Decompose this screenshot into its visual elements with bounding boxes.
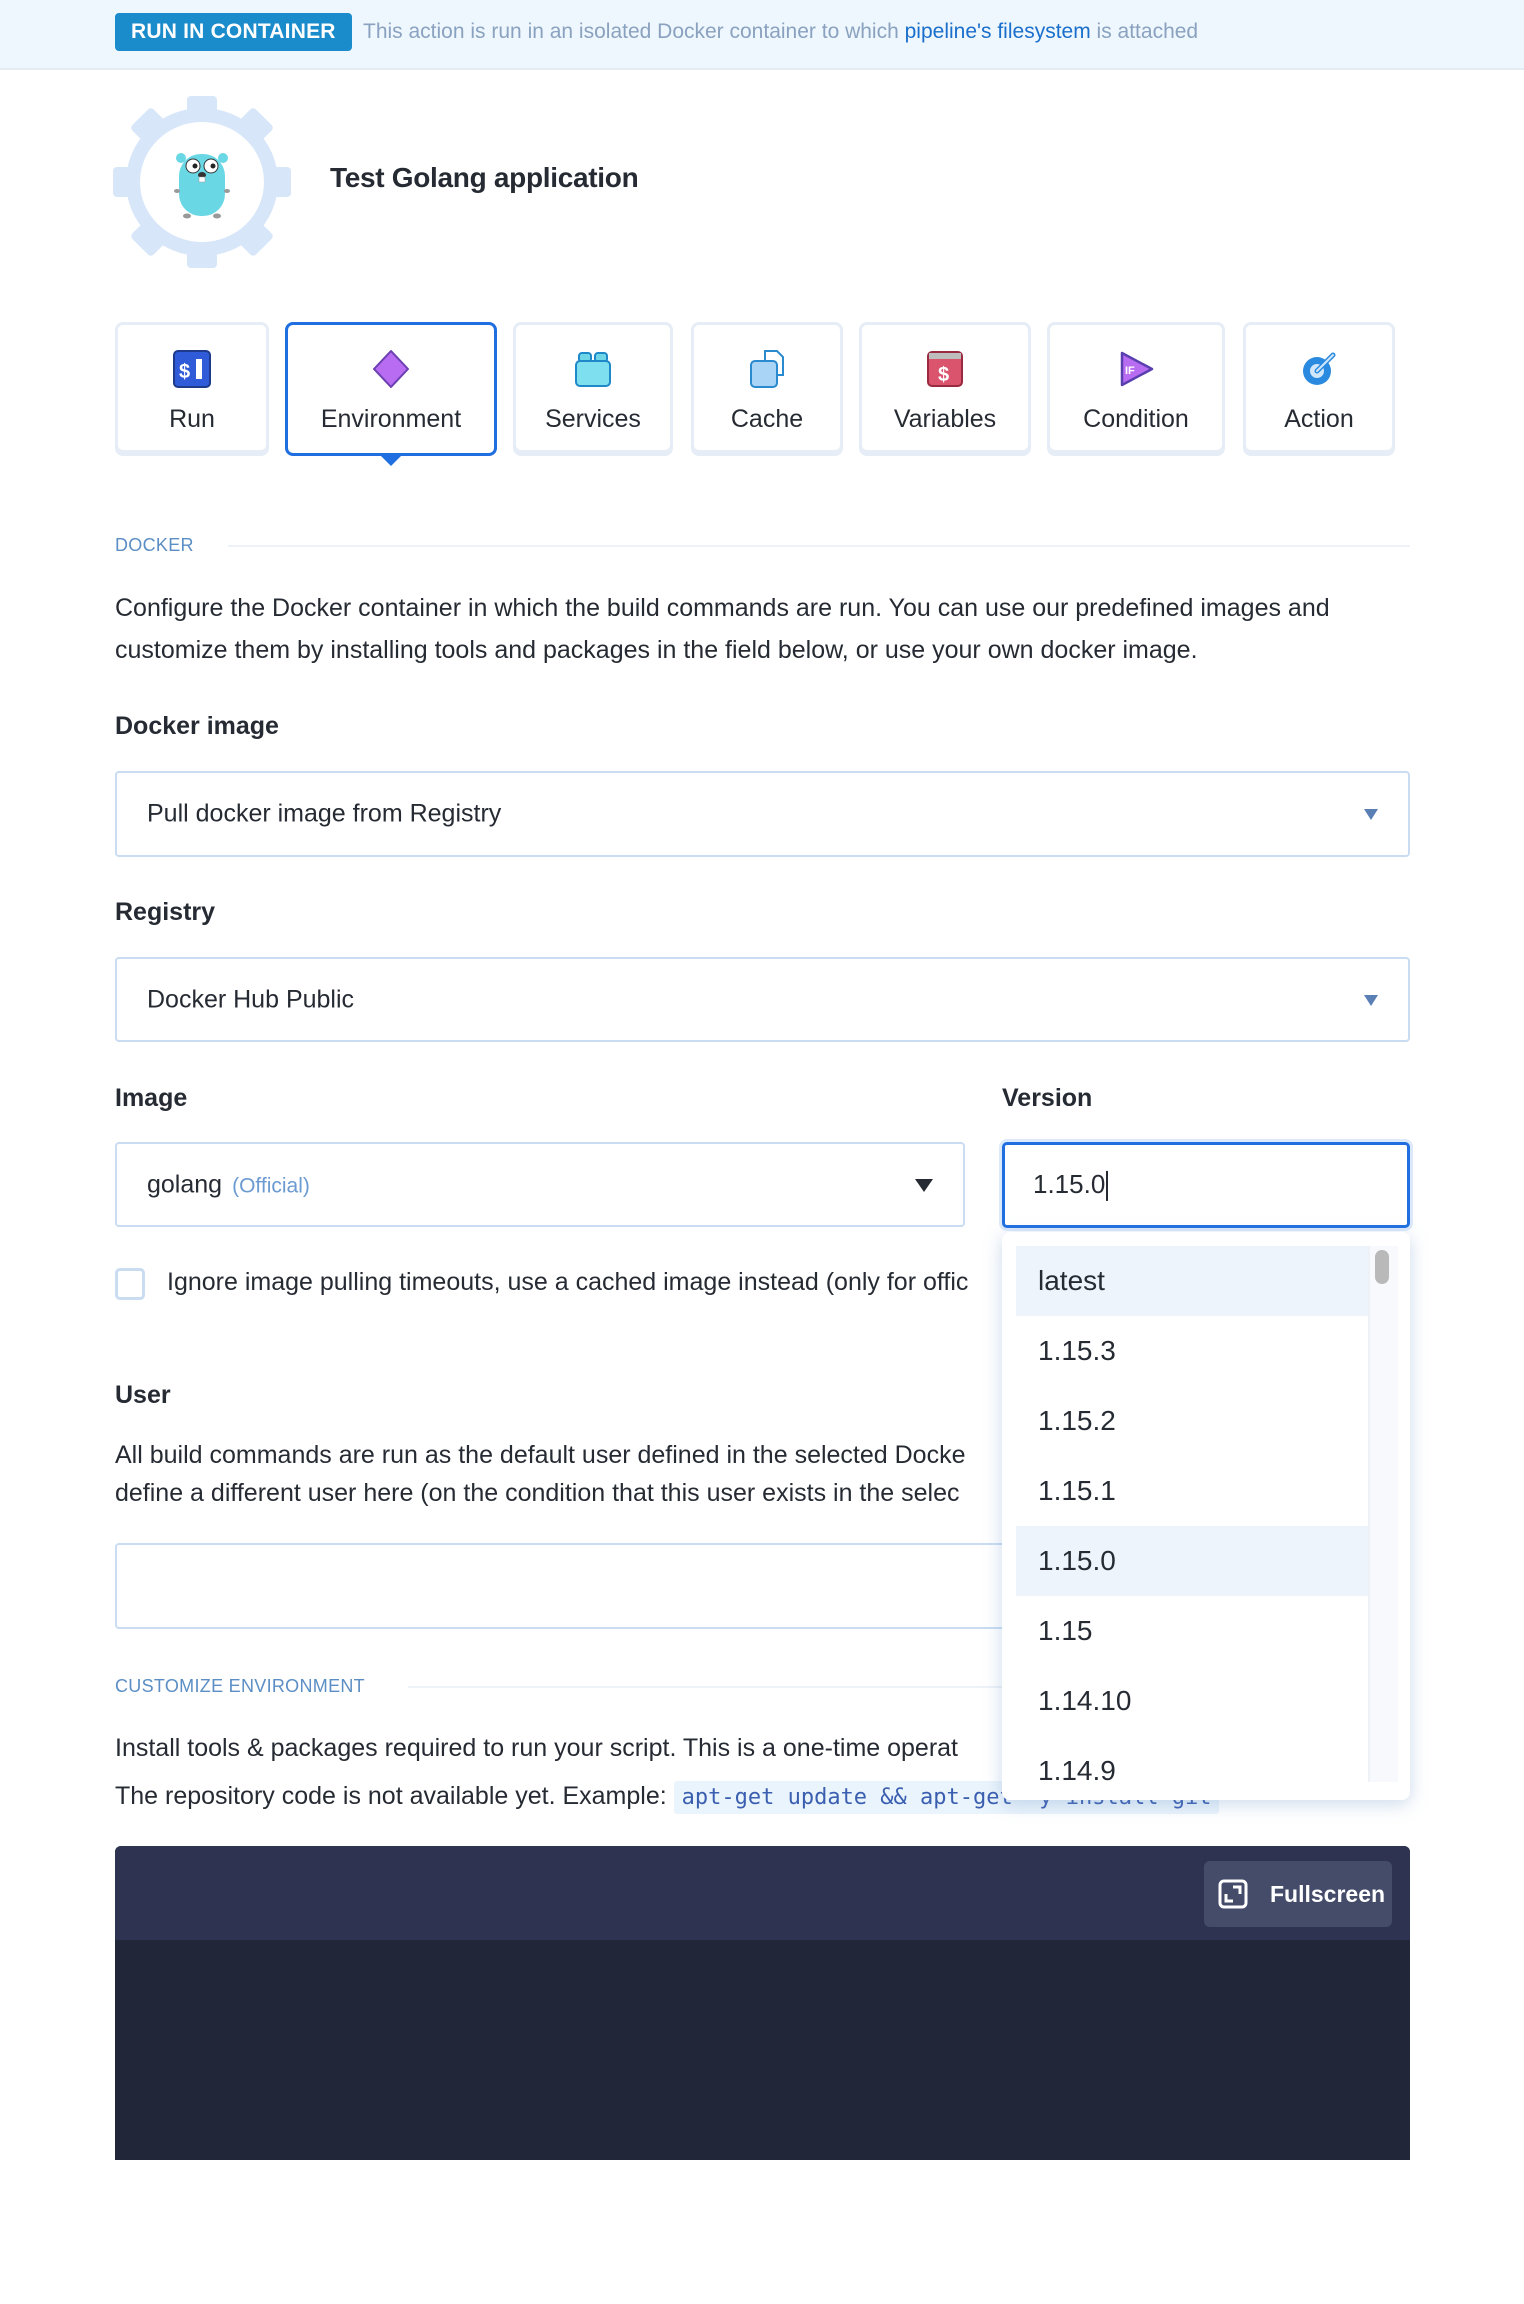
version-option[interactable]: 1.15.0 — [1016, 1526, 1368, 1596]
tab-label: Condition — [1083, 405, 1189, 433]
version-input[interactable]: 1.15.0 — [1002, 1142, 1410, 1228]
fullscreen-button[interactable]: Fullscreen — [1204, 1861, 1392, 1927]
tab-variables[interactable]: $ Variables — [859, 322, 1031, 456]
version-option[interactable]: 1.15.3 — [1016, 1316, 1368, 1386]
svg-text:IF: IF — [1125, 365, 1135, 377]
dropdown-scrollbar[interactable] — [1368, 1246, 1398, 1782]
tab-services[interactable]: Services — [513, 322, 673, 456]
text-cursor — [1106, 1171, 1109, 1202]
ignore-timeouts-label: Ignore image pulling timeouts, use a cac… — [167, 1268, 969, 1296]
gear-wrench-icon — [1297, 347, 1341, 391]
editor-toolbar: Fullscreen — [115, 1846, 1410, 1940]
chevron-down-icon — [1364, 809, 1378, 820]
fullscreen-label: Fullscreen — [1270, 1880, 1386, 1907]
version-options-list: latest 1.15.3 1.15.2 1.15.1 1.15.0 1.15 1.14.1… — [1016, 1246, 1368, 1782]
version-label: Version — [1002, 1084, 1093, 1112]
user-label: User — [115, 1381, 171, 1409]
docker-image-label: Docker image — [115, 712, 279, 740]
terminal-dollar-icon: $ — [170, 347, 214, 391]
dollar-wallet-icon: $ — [923, 347, 967, 391]
image-label: Image — [115, 1084, 188, 1112]
tab-label: Environment — [320, 405, 462, 433]
banner-text-before: This action is run in an isolated Docker… — [363, 20, 905, 43]
tab-run[interactable]: $ Run — [115, 322, 269, 456]
tab-action[interactable]: Action — [1243, 322, 1395, 456]
image-value: golang — [147, 1170, 223, 1198]
version-option[interactable]: 1.15.2 — [1016, 1386, 1368, 1456]
tab-label: Cache — [730, 405, 804, 433]
image-select[interactable]: golang (Official) — [115, 1142, 965, 1227]
version-option[interactable]: latest — [1016, 1246, 1368, 1316]
active-tab-pointer — [381, 456, 401, 466]
scrollbar-thumb[interactable] — [1375, 1250, 1389, 1284]
tab-cache[interactable]: Cache — [691, 322, 843, 456]
tab-label: Services — [545, 405, 641, 433]
tab-label: Action — [1284, 405, 1354, 433]
customize-description-prefix: The repository code is not available yet… — [115, 1782, 674, 1810]
registry-select[interactable]: Docker Hub Public — [115, 957, 1410, 1042]
diamond-icon — [369, 347, 413, 391]
version-option[interactable]: 1.14.9 — [1016, 1736, 1368, 1782]
user-description-line: define a different user here (on the con… — [115, 1479, 960, 1507]
docker-description: Configure the Docker container in which … — [115, 587, 1330, 671]
version-option[interactable]: 1.15 — [1016, 1596, 1368, 1666]
run-in-container-badge: RUN IN CONTAINER — [115, 13, 352, 51]
fullscreen-icon — [1218, 1879, 1248, 1909]
docker-image-value: Pull docker image from Registry — [147, 799, 502, 828]
if-play-icon: IF — [1114, 347, 1158, 391]
svg-text:$: $ — [938, 364, 949, 386]
docker-description-line: customize them by installing tools and p… — [115, 636, 1198, 664]
tab-label: Variables — [893, 405, 997, 433]
tab-label: Run — [169, 405, 215, 433]
svg-text:$: $ — [179, 361, 190, 383]
version-option[interactable]: 1.14.10 — [1016, 1666, 1368, 1736]
registry-label: Registry — [115, 898, 216, 926]
cache-files-icon — [745, 347, 789, 391]
user-description: All build commands are run as the defaul… — [115, 1434, 1002, 1514]
brick-icon — [571, 347, 615, 391]
official-tag: (Official) — [232, 1174, 310, 1197]
docker-description-line: Configure the Docker container in which … — [115, 594, 1330, 622]
pipeline-filesystem-link[interactable]: pipeline's filesystem — [905, 20, 1091, 43]
action-title: Test Golang application — [330, 162, 639, 193]
script-editor[interactable]: Fullscreen — [115, 1846, 1410, 2160]
version-dropdown: latest 1.15.3 1.15.2 1.15.1 1.15.0 1.15 1.14.1… — [1002, 1232, 1410, 1800]
docker-section-label: DOCKER — [115, 535, 194, 555]
golang-gopher-gear-icon — [113, 96, 291, 268]
banner-text: This action is run in an isolated Docker… — [363, 18, 1198, 46]
banner-text-after: is attached — [1090, 20, 1199, 43]
version-value: 1.15.0 — [1033, 1168, 1106, 1199]
chevron-down-icon — [1364, 994, 1378, 1006]
tab-condition[interactable]: IF Condition — [1047, 322, 1225, 456]
version-option[interactable]: 1.15.1 — [1016, 1456, 1368, 1526]
section-divider — [228, 545, 1410, 547]
registry-value: Docker Hub Public — [147, 985, 355, 1013]
tab-environment[interactable]: Environment — [285, 322, 497, 456]
caret-down-icon — [915, 1178, 933, 1192]
ignore-timeouts-checkbox[interactable] — [115, 1268, 145, 1300]
user-description-line: All build commands are run as the defaul… — [115, 1441, 966, 1469]
customize-section-label: CUSTOMIZE ENVIRONMENT — [115, 1676, 365, 1696]
docker-image-select[interactable]: Pull docker image from Registry — [115, 771, 1410, 857]
